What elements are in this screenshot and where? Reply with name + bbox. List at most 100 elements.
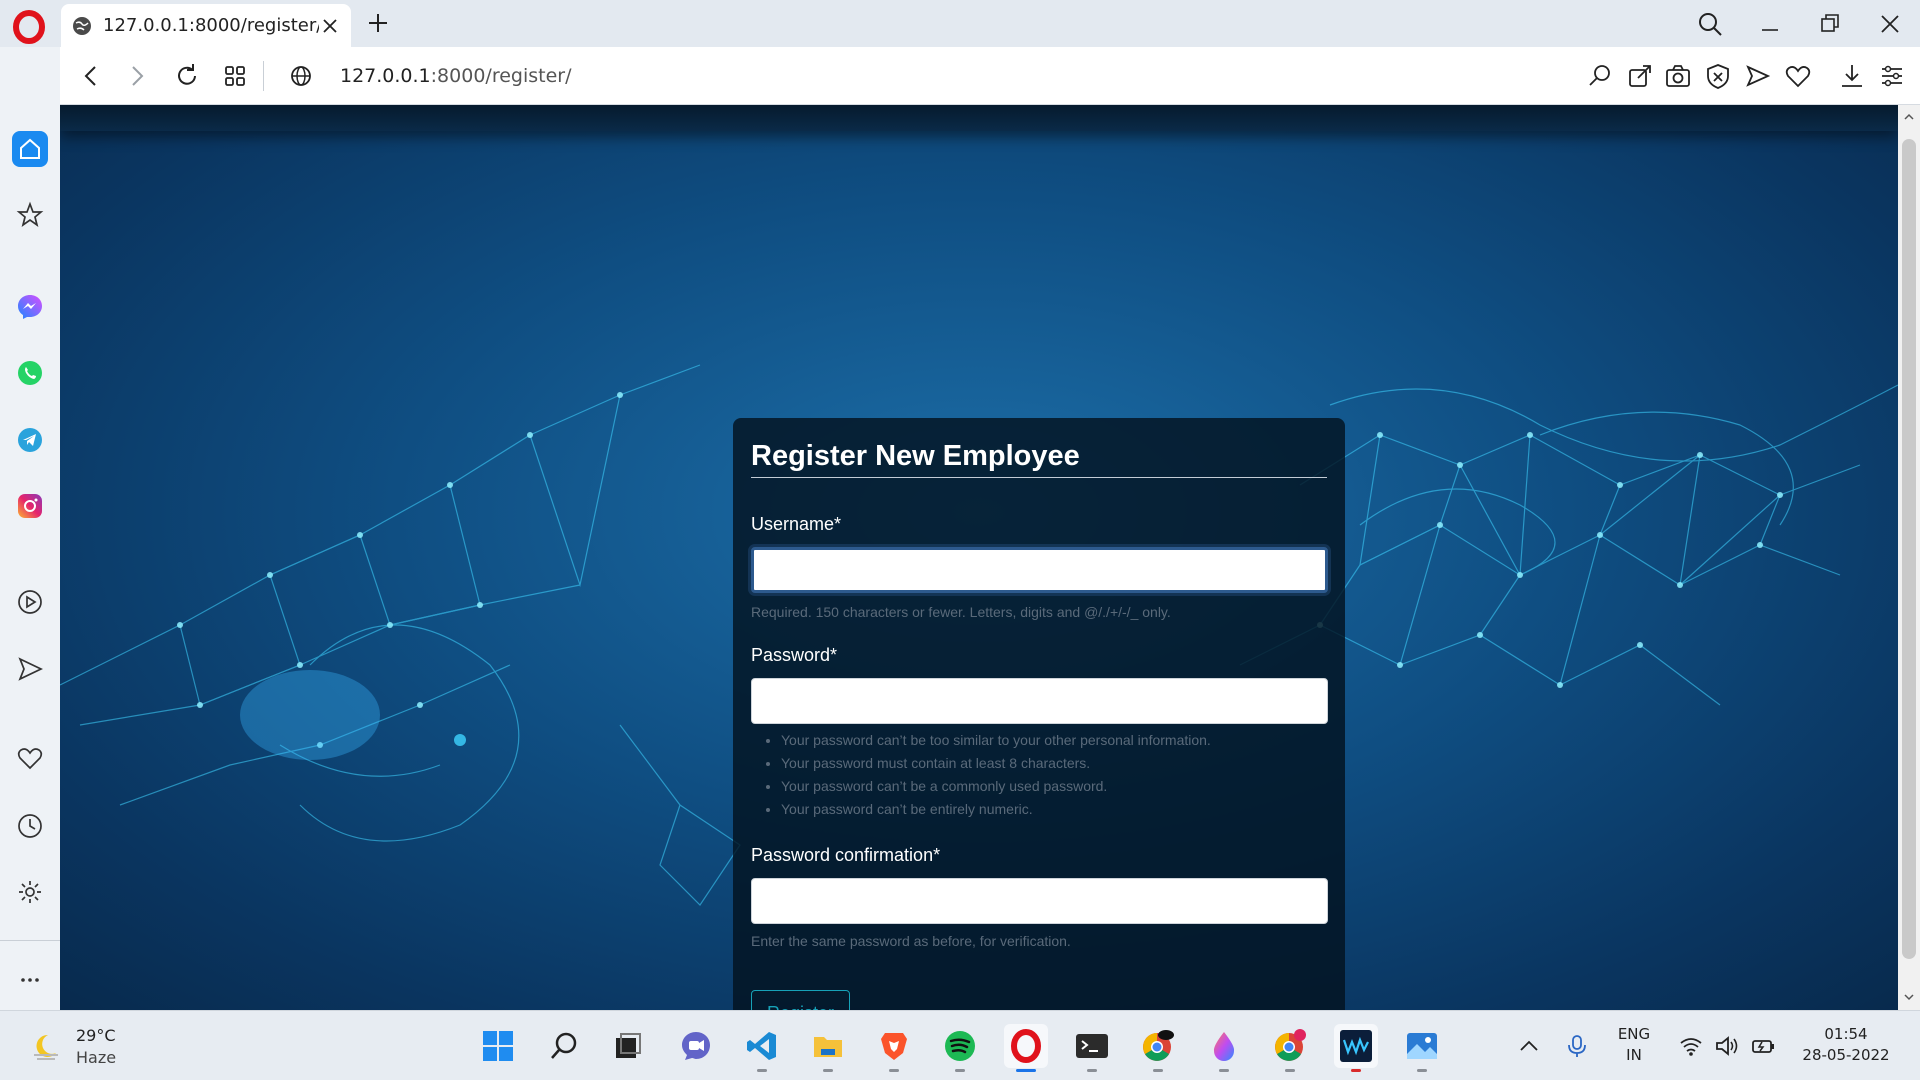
url-field[interactable]: 127.0.0.1:8000/register/ (340, 61, 572, 91)
volume-icon[interactable] (1714, 1033, 1740, 1059)
windows-taskbar: 29°C Haze ENG IN 01:54 28-05-2022 (0, 1010, 1920, 1080)
downloads-icon[interactable] (1838, 62, 1866, 90)
tab-bar: 127.0.0.1:8000/register/ (0, 0, 1920, 47)
register-button[interactable]: Register (751, 990, 850, 1010)
spotify-icon (945, 1031, 975, 1061)
task-view-icon (616, 1033, 641, 1058)
running-indicator (1153, 1069, 1163, 1072)
sidebar-whatsapp-button[interactable] (12, 355, 48, 391)
search-icon (551, 1032, 577, 1059)
scroll-down-arrow-icon[interactable] (1903, 991, 1915, 1003)
close-tab-icon[interactable] (319, 15, 341, 37)
running-indicator (1417, 1069, 1427, 1072)
taskbar-teams-chat[interactable] (674, 1024, 718, 1068)
sidebar-flow-button[interactable] (12, 651, 48, 687)
taskbar-search-button[interactable] (542, 1024, 586, 1068)
chrome-icon (1143, 1030, 1174, 1061)
clock[interactable]: 01:54 28-05-2022 (1792, 1024, 1900, 1066)
adblock-shield-icon[interactable] (1704, 62, 1732, 90)
site-navbar (60, 105, 1898, 131)
chrome-profile-icon (1275, 1029, 1306, 1061)
search-tabs-icon[interactable] (1696, 10, 1724, 38)
microphone-icon[interactable] (1564, 1033, 1590, 1059)
windows-logo-icon (483, 1031, 513, 1061)
taskbar-waves-app[interactable] (1334, 1024, 1378, 1072)
sidebar-telegram-button[interactable] (12, 422, 48, 458)
reload-icon[interactable] (172, 61, 202, 91)
password-input[interactable] (751, 678, 1328, 724)
taskbar-chrome[interactable] (1136, 1024, 1180, 1072)
running-indicator (1351, 1069, 1361, 1072)
player-icon (18, 590, 42, 614)
heart-icon (17, 748, 43, 770)
running-indicator (1219, 1069, 1229, 1072)
site-info-globe-icon[interactable] (286, 61, 316, 91)
running-indicator (889, 1069, 899, 1072)
page-scrollbar[interactable] (1898, 105, 1920, 1010)
taskbar-file-explorer[interactable] (806, 1024, 850, 1072)
browser-tab[interactable]: 127.0.0.1:8000/register/ (61, 4, 351, 47)
show-hidden-icons-chevron-icon[interactable] (1516, 1033, 1542, 1059)
chat-icon (682, 1032, 710, 1060)
close-window-icon[interactable] (1876, 10, 1904, 38)
password-confirmation-input[interactable] (751, 878, 1328, 924)
page-title: Register New Employee (751, 440, 1327, 478)
sidebar-bookmarks-button[interactable] (12, 740, 48, 776)
running-indicator (1285, 1069, 1295, 1072)
find-in-page-icon[interactable] (1586, 62, 1614, 90)
register-card: Register New Employee Username* Required… (733, 418, 1345, 1010)
sidebar-settings-button[interactable] (12, 874, 48, 910)
running-indicator (1087, 1069, 1097, 1072)
brave-lion-icon (881, 1033, 907, 1060)
snapshot-camera-icon[interactable] (1664, 62, 1692, 90)
opera-logo-icon[interactable] (12, 10, 46, 44)
running-indicator (955, 1069, 965, 1072)
battery-charging-icon[interactable] (1750, 1033, 1776, 1059)
running-indicator (757, 1069, 767, 1072)
task-view-button[interactable] (606, 1024, 650, 1068)
taskbar-brave[interactable] (872, 1024, 916, 1072)
minimize-icon[interactable] (1756, 10, 1784, 38)
sidebar-messenger-button[interactable] (12, 289, 48, 325)
clock-icon (18, 814, 42, 838)
new-tab-icon[interactable] (365, 10, 391, 36)
weather-temperature: 29°C (76, 1026, 116, 1045)
instagram-icon (18, 494, 42, 518)
sidebar-player-button[interactable] (12, 584, 48, 620)
sidebar-home-button[interactable] (12, 131, 48, 167)
password-confirmation-label: Password confirmation* (751, 845, 941, 865)
taskbar-chrome-profile[interactable] (1268, 1024, 1312, 1072)
sidebar-history-button[interactable] (12, 808, 48, 844)
photos-icon (1407, 1033, 1437, 1059)
scroll-up-arrow-icon[interactable] (1903, 111, 1915, 123)
clock-time: 01:54 (1824, 1025, 1868, 1043)
password-help-item: Your password must contain at least 8 ch… (781, 752, 1211, 775)
opera-icon (1011, 1029, 1041, 1063)
running-indicator (823, 1069, 833, 1072)
flow-send-icon[interactable] (1744, 62, 1772, 90)
username-input[interactable] (751, 547, 1328, 593)
share-icon[interactable] (1626, 62, 1654, 90)
back-icon[interactable] (76, 61, 106, 91)
forward-icon[interactable] (122, 61, 152, 91)
sidebar-more-button[interactable] (12, 962, 48, 998)
whatsapp-icon (18, 361, 42, 385)
sidebar-speed-dial-button[interactable] (12, 197, 48, 233)
weather-widget[interactable]: 29°C Haze (28, 1025, 116, 1069)
restore-icon[interactable] (1816, 10, 1844, 38)
wifi-icon[interactable] (1678, 1033, 1704, 1059)
taskbar-paint-app[interactable] (1202, 1024, 1246, 1072)
tab-grid-icon[interactable] (220, 61, 250, 91)
easy-setup-icon[interactable] (1878, 62, 1906, 90)
scrollbar-thumb[interactable] (1902, 139, 1916, 959)
taskbar-vscode[interactable] (740, 1024, 784, 1072)
bookmark-heart-icon[interactable] (1784, 62, 1812, 90)
taskbar-photos[interactable] (1400, 1024, 1444, 1072)
taskbar-terminal[interactable] (1070, 1024, 1114, 1072)
language-indicator[interactable]: ENG IN (1612, 1024, 1656, 1066)
start-button[interactable] (476, 1024, 520, 1068)
sidebar-instagram-button[interactable] (12, 488, 48, 524)
taskbar-opera[interactable] (1004, 1024, 1048, 1072)
gear-icon (19, 881, 41, 903)
taskbar-spotify[interactable] (938, 1024, 982, 1072)
